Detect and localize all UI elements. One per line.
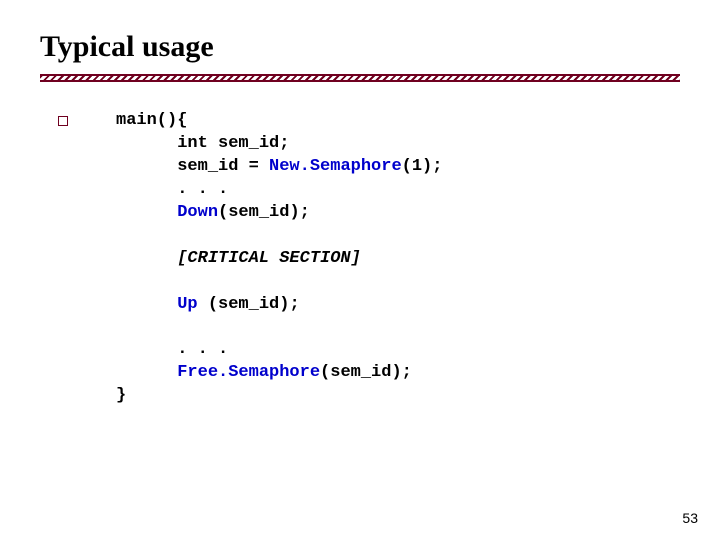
title-underline [40, 74, 680, 82]
code-keyword: New.Semaphore [269, 157, 402, 176]
code-line: main(){ [116, 111, 187, 130]
code-keyword: Down [177, 203, 218, 222]
bullet-icon [58, 116, 68, 126]
slide: Typical usage main(){ int sem_id; sem_id… [0, 0, 720, 540]
code-line: . . . [116, 340, 228, 359]
code-line: . . . [116, 180, 228, 199]
slide-title: Typical usage [40, 30, 680, 64]
code-line [116, 203, 177, 222]
code-keyword: Up [177, 295, 208, 314]
code-keyword: Free.Semaphore [177, 363, 320, 382]
content-row: main(){ int sem_id; sem_id = New.Semapho… [40, 110, 680, 408]
page-number: 53 [682, 510, 698, 526]
code-line [116, 363, 177, 382]
code-comment: [CRITICAL SECTION] [116, 249, 361, 268]
code-line: (1); [402, 157, 443, 176]
code-line: int sem_id; [116, 134, 289, 153]
code-block: main(){ int sem_id; sem_id = New.Semapho… [116, 110, 442, 408]
code-line: (sem_id); [320, 363, 412, 382]
code-line: (sem_id); [218, 203, 310, 222]
code-line: sem_id = [116, 157, 269, 176]
code-line: (sem_id); [208, 295, 300, 314]
code-line: } [116, 386, 126, 405]
code-line [116, 295, 177, 314]
